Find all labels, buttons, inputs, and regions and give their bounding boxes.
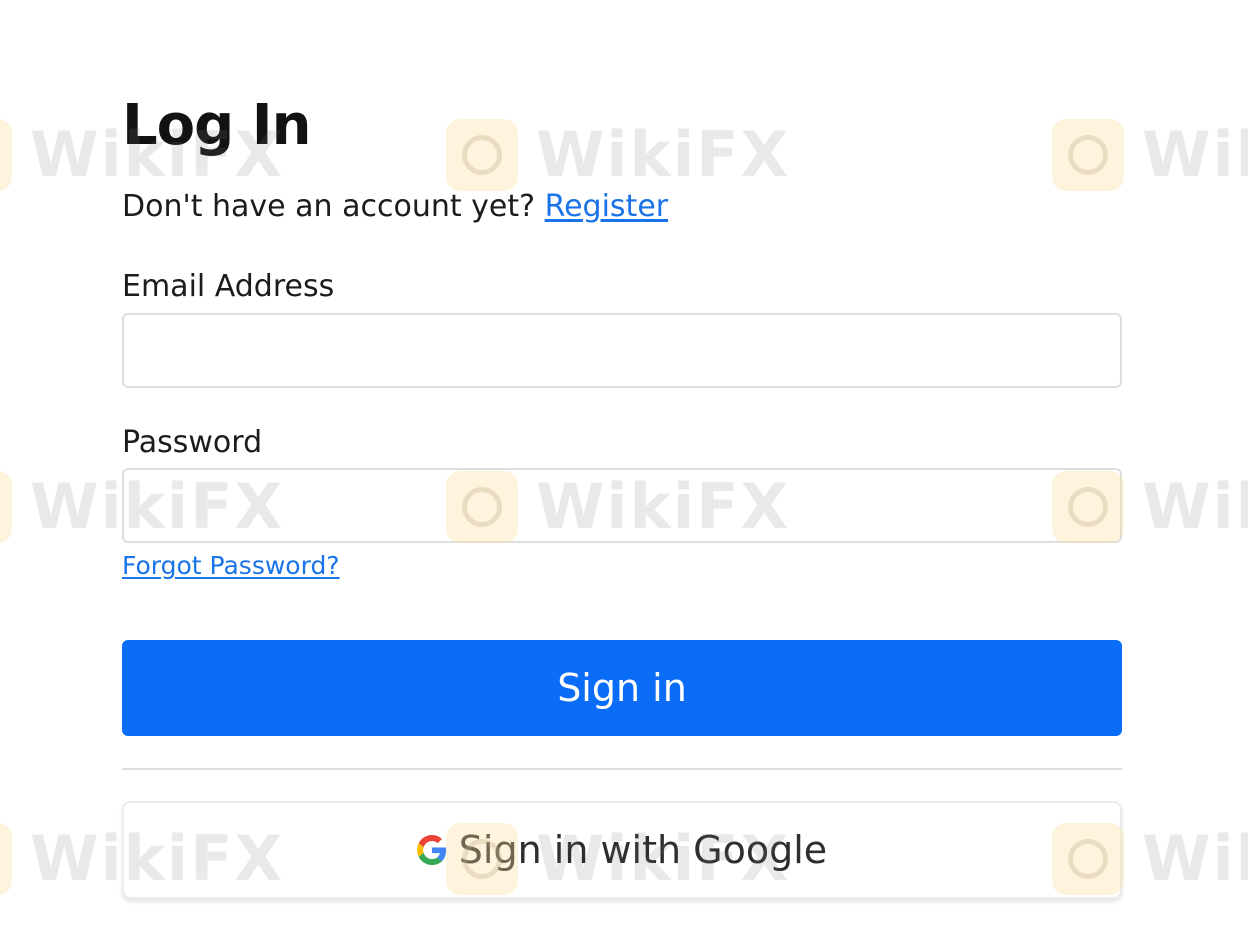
forgot-password-link[interactable]: Forgot Password?	[122, 552, 340, 580]
wikifx-logo-icon	[0, 822, 12, 895]
password-field[interactable]	[122, 468, 1122, 543]
register-prompt: Don't have an account yet? Register	[122, 190, 668, 223]
divider	[122, 768, 1122, 770]
email-field[interactable]	[122, 313, 1122, 388]
google-sign-in-button[interactable]: Sign in with Google	[122, 801, 1122, 899]
sign-in-button[interactable]: Sign in	[122, 640, 1122, 736]
wikifx-logo-icon	[0, 118, 12, 191]
no-account-text: Don't have an account yet?	[122, 189, 536, 224]
google-g-icon	[416, 835, 447, 865]
email-label: Email Address	[122, 269, 335, 304]
wikifx-logo-icon	[0, 470, 12, 543]
register-link[interactable]: Register	[545, 189, 669, 224]
page-title: Log In	[122, 93, 311, 158]
password-label: Password	[122, 425, 263, 460]
sign-in-label: Sign in	[557, 666, 687, 710]
google-sign-in-label: Sign in with Google	[458, 828, 828, 872]
login-form: Log In Don't have an account yet? Regist…	[122, 0, 1122, 952]
